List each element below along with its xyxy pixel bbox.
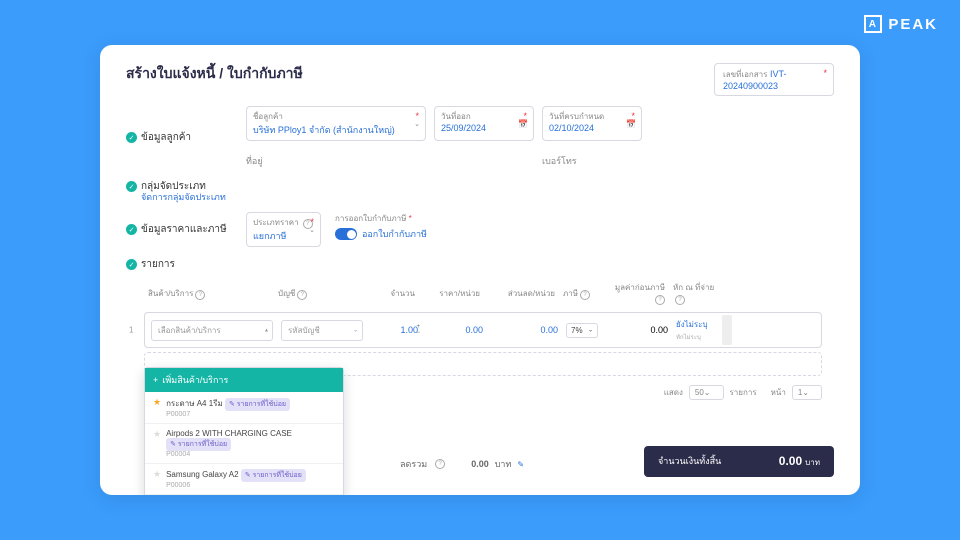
- row-number: 1: [129, 326, 133, 335]
- phone-label: เบอร์โทร: [542, 156, 577, 166]
- check-icon: ✓: [126, 259, 137, 270]
- items-table-header: สินค้า/บริการ? บัญชี? จำนวน ราคา/หน่วย ส…: [126, 274, 834, 312]
- stepper-icon[interactable]: +−: [416, 324, 420, 336]
- info-icon: ?: [195, 290, 205, 300]
- wht-select[interactable]: ยังไม่ระบุหักไม่ระบุ: [672, 315, 722, 345]
- add-product-option[interactable]: + เพิ่มสินค้า/บริการ: [145, 368, 343, 392]
- account-select[interactable]: รหัสบัญชี⌄: [281, 320, 363, 341]
- qty-input[interactable]: 1.00+−: [367, 322, 422, 338]
- calendar-icon: 📅: [518, 119, 528, 128]
- frequent-badge: ✎ รายการที่ใช้บ่อย: [166, 438, 231, 451]
- due-date-field[interactable]: วันที่ครบกำหนด * 02/10/2024 📅: [542, 106, 642, 141]
- star-icon: ★: [153, 429, 161, 440]
- product-option[interactable]: ★Airpods 2 WITH CHARGING CASE ✎ รายการที…: [145, 424, 343, 464]
- per-page-select[interactable]: 50⌄: [689, 385, 724, 400]
- doc-number-label: เลขที่เอกสาร: [723, 70, 767, 79]
- brand-logo: A PEAK: [864, 15, 938, 33]
- page-select[interactable]: 1⌄: [792, 385, 822, 400]
- subtotal-row: ลดรวม? 0.00 บาท ✎: [400, 457, 524, 471]
- calendar-icon: 📅: [626, 119, 636, 128]
- star-icon: ★: [153, 397, 161, 408]
- invoice-form: สร้างใบแจ้งหนี้ / ใบกำกับภาษี เลขที่เอกส…: [100, 45, 860, 495]
- product-option[interactable]: ★กระดาษ A4 1รีม ✎ รายการที่ใช้บ่อยP00007: [145, 392, 343, 424]
- tax-label: การออกใบกำกับภาษี: [335, 214, 406, 223]
- chevron-down-icon: ⌄: [414, 120, 420, 128]
- check-icon: ✓: [126, 181, 137, 192]
- tax-toggle[interactable]: [335, 228, 357, 240]
- chevron-down-icon: ⌄: [309, 226, 315, 234]
- section-customer: ✓ ข้อมูลลูกค้า: [126, 106, 236, 169]
- check-icon: ✓: [126, 132, 137, 143]
- vat-select[interactable]: 7%⌄: [566, 323, 598, 338]
- product-dropdown: + เพิ่มสินค้า/บริการ ★กระดาษ A4 1รีม ✎ ร…: [144, 367, 344, 495]
- price-type-field[interactable]: ประเภทราคา ? * แยกภาษี ⌄: [246, 212, 321, 247]
- delete-row-handle[interactable]: [722, 315, 732, 345]
- tax-toggle-value: ออกใบกำกับภาษี: [362, 227, 427, 241]
- frequent-badge: ✎ รายการที่ใช้บ่อย: [225, 398, 290, 411]
- pagination: แสดง 50⌄ รายการ หน้า 1⌄: [664, 385, 822, 400]
- grand-total: จำนวนเงินทั้งสิ้น 0.00บาท: [644, 446, 834, 477]
- price-input[interactable]: 0.00: [422, 322, 487, 338]
- pretax-value: 0.00: [602, 322, 672, 338]
- required-mark: *: [823, 68, 827, 78]
- item-row: 1 เลือกสินค้า/บริการ▴ รหัสบัญชี⌄ 1.00+− …: [144, 312, 822, 348]
- doc-number-field[interactable]: เลขที่เอกสาร * IVT-20240900023: [714, 63, 834, 96]
- discount-input[interactable]: 0.00: [487, 322, 562, 338]
- star-icon: ★: [153, 469, 161, 480]
- customer-name-field[interactable]: ชื่อลูกค้า * บริษัท PPloy1 จำกัด (สำนักง…: [246, 106, 426, 141]
- section-price: ✓ ข้อมูลราคาและภาษี: [126, 212, 236, 247]
- logo-icon: A: [864, 15, 882, 33]
- section-items: ✓ รายการ: [126, 257, 236, 272]
- check-icon: ✓: [126, 224, 137, 235]
- address-label: ที่อยู่: [246, 156, 263, 166]
- page-title: สร้างใบแจ้งหนี้ / ใบกำกับภาษี: [126, 63, 303, 85]
- manage-group-link[interactable]: จัดการกลุ่มจัดประเภท: [141, 190, 834, 204]
- plus-icon: +: [153, 375, 158, 385]
- issue-date-field[interactable]: วันที่ออก * 25/09/2024 📅: [434, 106, 534, 141]
- info-icon: ?: [297, 290, 307, 300]
- product-select[interactable]: เลือกสินค้า/บริการ▴: [151, 320, 273, 341]
- frequent-badge: ✎ รายการที่ใช้บ่อย: [241, 469, 306, 482]
- pencil-icon[interactable]: ✎: [517, 460, 524, 469]
- product-option[interactable]: ★Samsung Galaxy A2 ✎ รายการที่ใช้บ่อยP00…: [145, 464, 343, 495]
